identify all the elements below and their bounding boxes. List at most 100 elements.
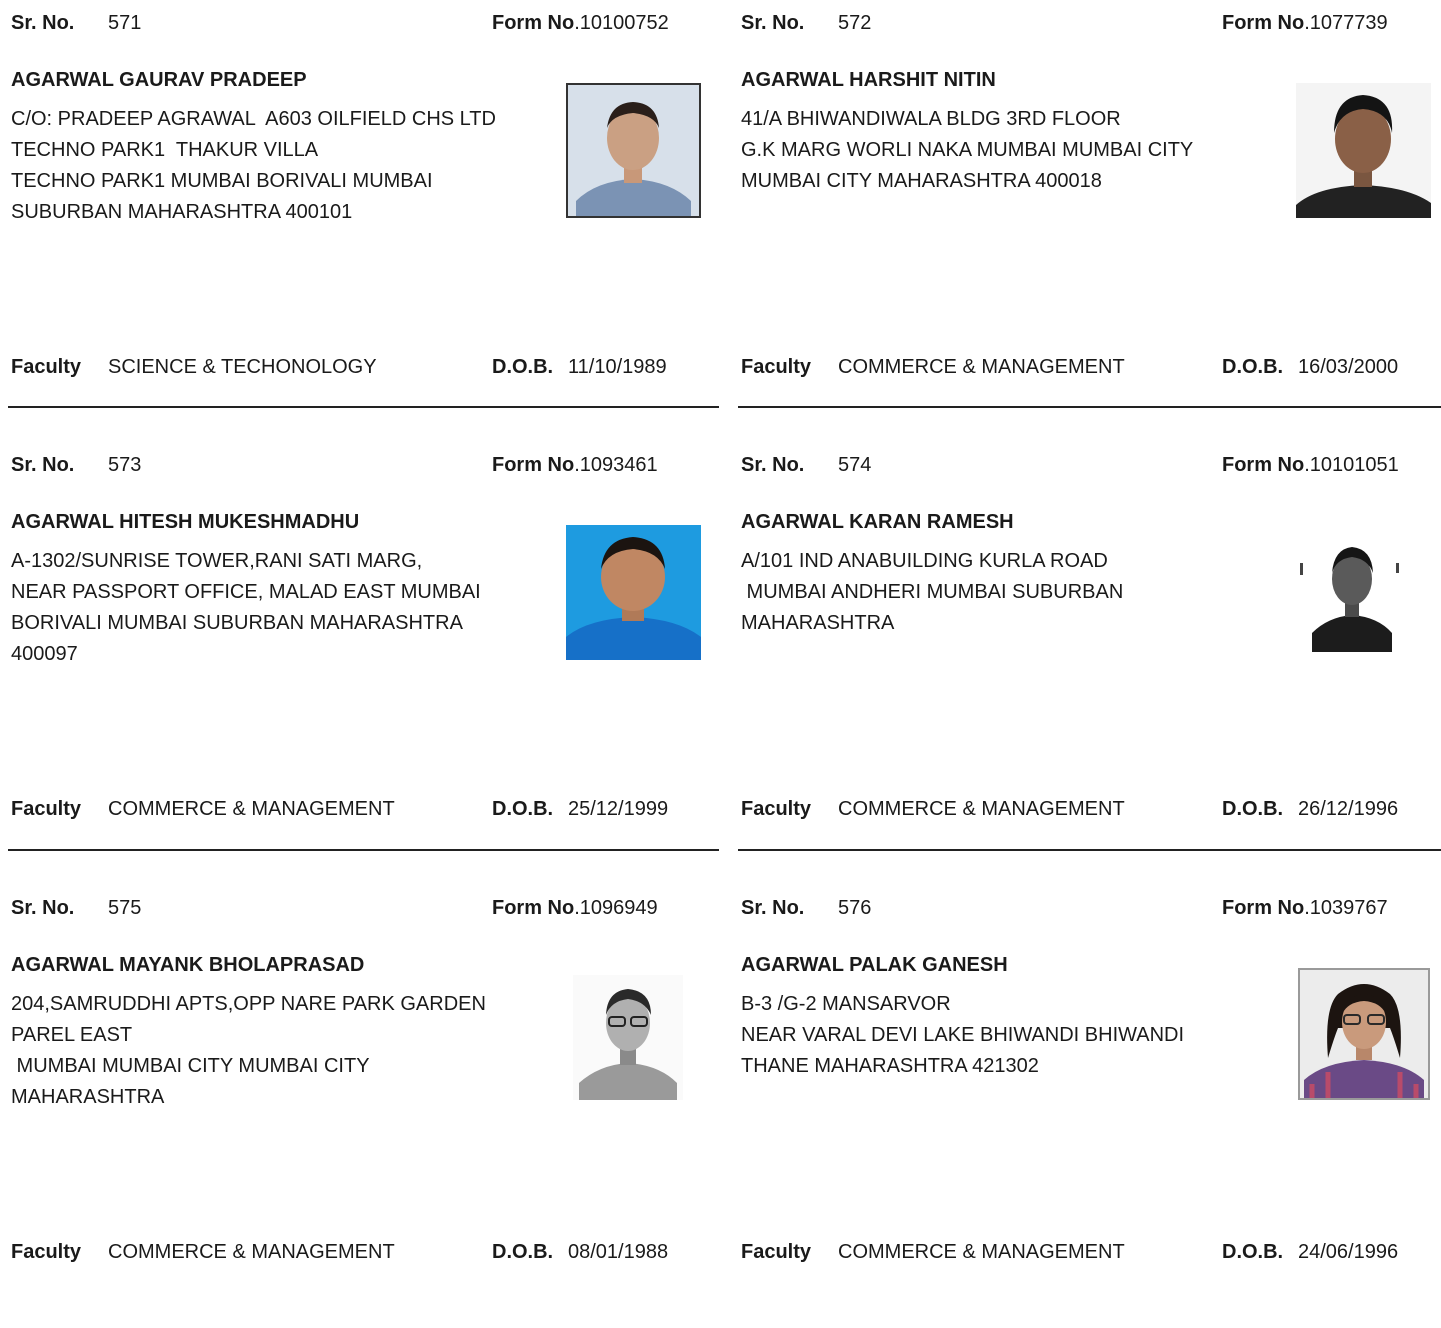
address-line: NEAR PASSPORT OFFICE, MALAD EAST MUMBAI xyxy=(11,581,481,603)
form-no-value: .1096949 xyxy=(574,897,658,919)
form-no: Form No.10101051 xyxy=(1222,452,1399,478)
address-line: TECHNO PARK1 THAKUR VILLA xyxy=(11,139,319,161)
sr-no-label: Sr. No. xyxy=(741,454,805,476)
row-divider xyxy=(8,406,719,408)
dob-label: D.O.B. xyxy=(492,798,554,820)
address-line: A-1302/SUNRISE TOWER,RANI SATI MARG, xyxy=(11,550,423,572)
form-no-value: .1093461 xyxy=(574,454,658,476)
address-line: THANE MAHARASHTRA 421302 xyxy=(741,1055,1039,1077)
address-line: MUMBAI CITY MAHARASHTRA 400018 xyxy=(741,170,1102,192)
address-line: A/101 IND ANABUILDING KURLA ROAD xyxy=(741,550,1108,572)
form-no-label: Form No xyxy=(1222,897,1305,919)
dob-label: D.O.B. xyxy=(1222,798,1284,820)
dob-value: 24/06/1996 xyxy=(1298,1241,1399,1263)
record-card: Sr. No. 576 Form No.1039767 AGARWAL PALA… xyxy=(741,885,1441,1328)
address-line: G.K MARG WORLI NAKA MUMBAI MUMBAI CITY xyxy=(741,139,1194,161)
dob-value: 11/10/1989 xyxy=(568,356,667,378)
dob-label: D.O.B. xyxy=(492,1241,554,1263)
form-no: Form No.1077739 xyxy=(1222,10,1388,36)
record-card: Sr. No. 573 Form No.1093461 AGARWAL HITE… xyxy=(11,442,722,885)
address-line: BORIVALI MUMBAI SUBURBAN MAHARASHTRA xyxy=(11,612,463,634)
faculty-label: Faculty xyxy=(11,356,82,378)
address-line: 400097 xyxy=(11,643,78,665)
sr-no-label: Sr. No. xyxy=(11,12,75,34)
record-card: Sr. No. 572 Form No.1077739 AGARWAL HARS… xyxy=(741,0,1441,443)
student-name: AGARWAL HARSHIT NITIN xyxy=(741,69,996,91)
sr-no-value: 571 xyxy=(108,12,142,34)
record-card: Sr. No. 574 Form No.10101051 AGARWAL KAR… xyxy=(741,442,1441,885)
faculty-value: COMMERCE & MANAGEMENT xyxy=(838,356,1125,378)
address-line: TECHNO PARK1 MUMBAI BORIVALI MUMBAI xyxy=(11,170,433,192)
address-line: NEAR VARAL DEVI LAKE BHIWANDI BHIWANDI xyxy=(741,1024,1185,1046)
sr-no-label: Sr. No. xyxy=(741,12,805,34)
dob-label: D.O.B. xyxy=(1222,356,1284,378)
records-grid: Sr. No. 571 Form No.10100752 AGARWAL GAU… xyxy=(0,0,1441,1286)
address: A/101 IND ANABUILDING KURLA ROAD MUMBAI … xyxy=(741,546,1271,639)
address-line: MUMBAI MUMBAI CITY MUMBAI CITY xyxy=(11,1055,370,1077)
sr-no-value: 574 xyxy=(838,454,872,476)
faculty-label: Faculty xyxy=(741,1241,812,1263)
faculty-value: COMMERCE & MANAGEMENT xyxy=(108,1241,395,1263)
address: B-3 /G-2 MANSARVOR NEAR VARAL DEVI LAKE … xyxy=(741,989,1271,1082)
form-no-value: .1077739 xyxy=(1304,12,1388,34)
student-photo xyxy=(566,525,701,660)
record-card: Sr. No. 571 Form No.10100752 AGARWAL GAU… xyxy=(11,0,722,443)
address: A-1302/SUNRISE TOWER,RANI SATI MARG, NEA… xyxy=(11,546,541,670)
row-divider xyxy=(8,849,719,851)
form-no-label: Form No xyxy=(492,454,575,476)
record-card: Sr. No. 575 Form No.1096949 AGARWAL MAYA… xyxy=(11,885,722,1328)
dob-value: 26/12/1996 xyxy=(1298,798,1399,820)
form-no: Form No.1096949 xyxy=(492,895,658,921)
sr-no-value: 573 xyxy=(108,454,142,476)
form-no-label: Form No xyxy=(1222,454,1305,476)
student-name: AGARWAL PALAK GANESH xyxy=(741,954,1008,976)
sr-no-label: Sr. No. xyxy=(741,897,805,919)
faculty-value: COMMERCE & MANAGEMENT xyxy=(108,798,395,820)
student-name: AGARWAL GAURAV PRADEEP xyxy=(11,69,307,91)
address-line: 204,SAMRUDDHI APTS,OPP NARE PARK GARDEN xyxy=(11,993,486,1015)
faculty-value: SCIENCE & TECHONOLOGY xyxy=(108,356,377,378)
dob-label: D.O.B. xyxy=(492,356,554,378)
address-line: MAHARASHTRA xyxy=(11,1086,165,1108)
sr-no-label: Sr. No. xyxy=(11,454,75,476)
student-name: AGARWAL KARAN RAMESH xyxy=(741,511,1014,533)
form-no-value: .1039767 xyxy=(1304,897,1388,919)
dob-label: D.O.B. xyxy=(1222,1241,1284,1263)
address-line: 41/A BHIWANDIWALA BLDG 3RD FLOOR xyxy=(741,108,1121,130)
faculty-label: Faculty xyxy=(11,1241,82,1263)
student-name: AGARWAL MAYANK BHOLAPRASAD xyxy=(11,954,365,976)
form-no: Form No.1093461 xyxy=(492,452,658,478)
faculty-label: Faculty xyxy=(741,798,812,820)
address: 204,SAMRUDDHI APTS,OPP NARE PARK GARDEN … xyxy=(11,989,541,1113)
form-no-value: .10101051 xyxy=(1304,454,1399,476)
faculty-value: COMMERCE & MANAGEMENT xyxy=(838,1241,1125,1263)
address-line: B-3 /G-2 MANSARVOR xyxy=(741,993,951,1015)
address: 41/A BHIWANDIWALA BLDG 3RD FLOOR G.K MAR… xyxy=(741,104,1271,197)
student-photo xyxy=(566,83,701,218)
dob-value: 16/03/2000 xyxy=(1298,356,1399,378)
sr-no-label: Sr. No. xyxy=(11,897,75,919)
faculty-value: COMMERCE & MANAGEMENT xyxy=(838,798,1125,820)
student-photo xyxy=(1296,83,1431,218)
form-no-label: Form No xyxy=(492,12,575,34)
address-line: C/O: PRADEEP AGRAWAL A603 OILFIELD CHS L… xyxy=(11,108,496,130)
row-divider xyxy=(738,849,1441,851)
sr-no-value: 576 xyxy=(838,897,872,919)
form-no-label: Form No xyxy=(1222,12,1305,34)
address-line: MUMBAI ANDHERI MUMBAI SUBURBAN xyxy=(741,581,1124,603)
address-line: PAREL EAST xyxy=(11,1024,133,1046)
student-photo xyxy=(573,975,683,1100)
student-photo xyxy=(1298,968,1430,1100)
sr-no-value: 572 xyxy=(838,12,872,34)
student-name: AGARWAL HITESH MUKESHMADHU xyxy=(11,511,360,533)
form-no: Form No.10100752 xyxy=(492,10,669,36)
form-no: Form No.1039767 xyxy=(1222,895,1388,921)
form-no-value: .10100752 xyxy=(574,12,669,34)
row-divider xyxy=(738,406,1441,408)
form-no-label: Form No xyxy=(492,897,575,919)
address: C/O: PRADEEP AGRAWAL A603 OILFIELD CHS L… xyxy=(11,104,541,228)
sr-no-value: 575 xyxy=(108,897,142,919)
faculty-label: Faculty xyxy=(741,356,812,378)
address-line: MAHARASHTRA xyxy=(741,612,895,634)
dob-value: 25/12/1999 xyxy=(568,798,669,820)
